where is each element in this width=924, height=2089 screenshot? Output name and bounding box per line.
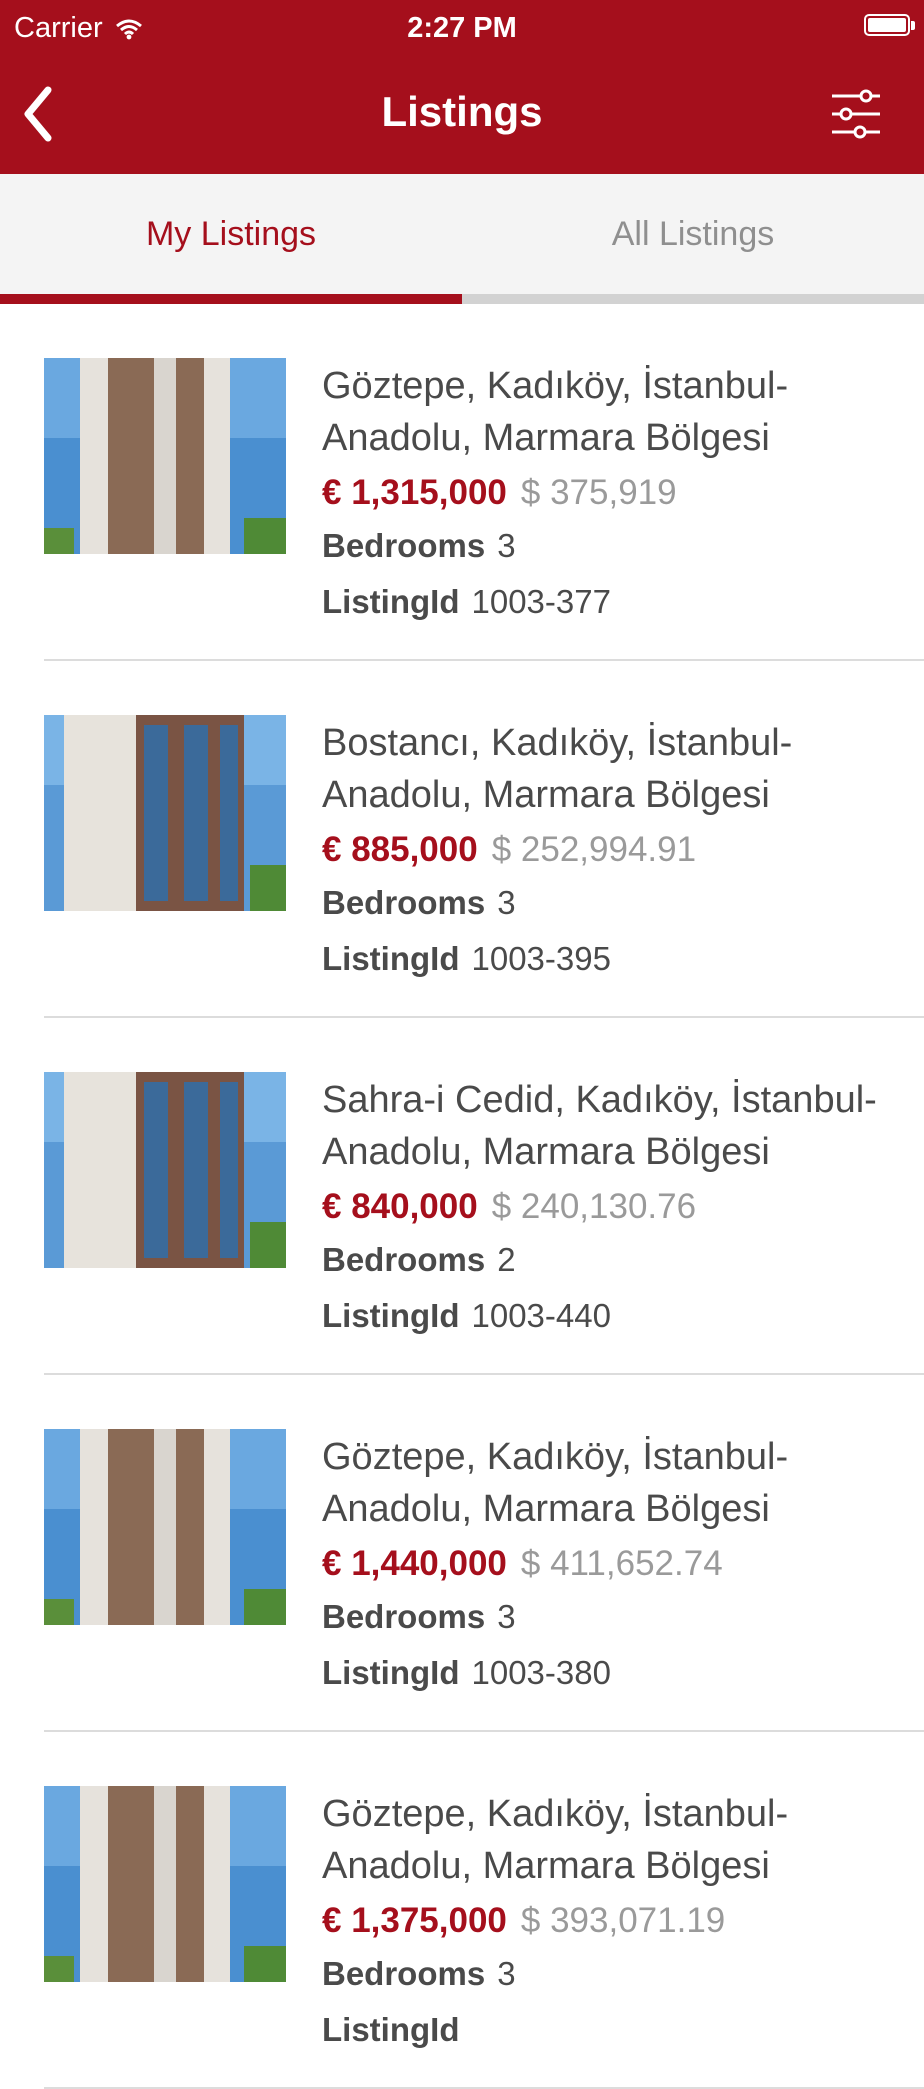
tab-bar: My Listings All Listings (0, 174, 924, 304)
listing-price-eur: € 1,375,000 (322, 1901, 507, 1940)
listing-item[interactable]: Göztepe, Kadıköy, İstanbul-Anadolu, Marm… (44, 304, 924, 661)
listing-price-usd: $ 375,919 (520, 473, 677, 512)
top-bar: Carrier 2:27 PM Listings (0, 0, 924, 174)
listing-location: Sahra-i Cedid, Kadıköy, İstanbul-Anadolu… (322, 1079, 877, 1173)
listing-thumbnail (44, 715, 286, 911)
status-bar: Carrier 2:27 PM (0, 0, 924, 56)
bedrooms-label: Bedrooms (322, 1955, 486, 1992)
battery-icon (864, 14, 915, 36)
listing-item[interactable]: Sahra-i Cedid, Kadıköy, İstanbul-Anadolu… (44, 1018, 924, 1375)
bedrooms-value: 3 (497, 527, 516, 564)
listing-location: Göztepe, Kadıköy, İstanbul-Anadolu, Marm… (322, 365, 789, 459)
bedrooms-value: 3 (497, 884, 516, 921)
tab-indicator-track (462, 294, 924, 304)
listing-id-label: ListingId (322, 1297, 460, 1334)
page-title: Listings (381, 88, 543, 135)
bedrooms-value: 2 (497, 1241, 516, 1278)
listing-thumbnail (44, 1072, 286, 1268)
listing-id-label: ListingId (322, 940, 460, 977)
listing-price-eur: € 1,315,000 (322, 473, 507, 512)
listing-item[interactable]: Bostancı, Kadıköy, İstanbul-Anadolu, Mar… (44, 661, 924, 1018)
bedrooms-label: Bedrooms (322, 1598, 486, 1635)
listings-list: Göztepe, Kadıköy, İstanbul-Anadolu, Marm… (0, 304, 924, 2089)
listing-price-usd: $ 393,071.19 (520, 1901, 726, 1940)
listing-price-usd: $ 240,130.76 (491, 1187, 697, 1226)
listing-price-eur: € 885,000 (322, 830, 478, 869)
listing-id-value: 1003-380 (471, 1654, 611, 1691)
listing-id-label: ListingId (322, 1654, 460, 1691)
listing-id-value: 1003-377 (471, 583, 611, 620)
tab-all-listings[interactable]: All Listings (462, 174, 924, 294)
listing-location: Göztepe, Kadıköy, İstanbul-Anadolu, Marm… (322, 1793, 789, 1887)
bedrooms-value: 3 (497, 1955, 516, 1992)
tab-my-listings[interactable]: My Listings (0, 174, 462, 294)
tab-indicator-active (0, 294, 462, 304)
listing-id-label: ListingId (322, 583, 460, 620)
bedrooms-label: Bedrooms (322, 527, 486, 564)
listing-price-usd: $ 252,994.91 (491, 830, 697, 869)
bedrooms-value: 3 (497, 1598, 516, 1635)
listing-price-eur: € 840,000 (322, 1187, 478, 1226)
bedrooms-label: Bedrooms (322, 884, 486, 921)
listing-thumbnail (44, 1429, 286, 1625)
listing-thumbnail (44, 358, 286, 554)
bedrooms-label: Bedrooms (322, 1241, 486, 1278)
listing-id-label: ListingId (322, 2011, 460, 2048)
listing-id-value: 1003-440 (471, 1297, 611, 1334)
sliders-icon (832, 89, 880, 139)
listing-id-value: 1003-395 (471, 940, 611, 977)
filter-button[interactable] (828, 86, 884, 142)
listing-location: Göztepe, Kadıköy, İstanbul-Anadolu, Marm… (322, 1436, 789, 1530)
listing-location: Bostancı, Kadıköy, İstanbul-Anadolu, Mar… (322, 722, 793, 816)
listing-item[interactable]: Göztepe, Kadıköy, İstanbul-Anadolu, Marm… (44, 1375, 924, 1732)
status-time: 2:27 PM (407, 12, 517, 44)
listing-price-eur: € 1,440,000 (322, 1544, 507, 1583)
nav-bar: Listings (0, 56, 924, 174)
listing-price-usd: $ 411,652.74 (520, 1544, 723, 1583)
listing-item[interactable]: Göztepe, Kadıköy, İstanbul-Anadolu, Marm… (44, 1732, 924, 2089)
listing-thumbnail (44, 1786, 286, 1982)
